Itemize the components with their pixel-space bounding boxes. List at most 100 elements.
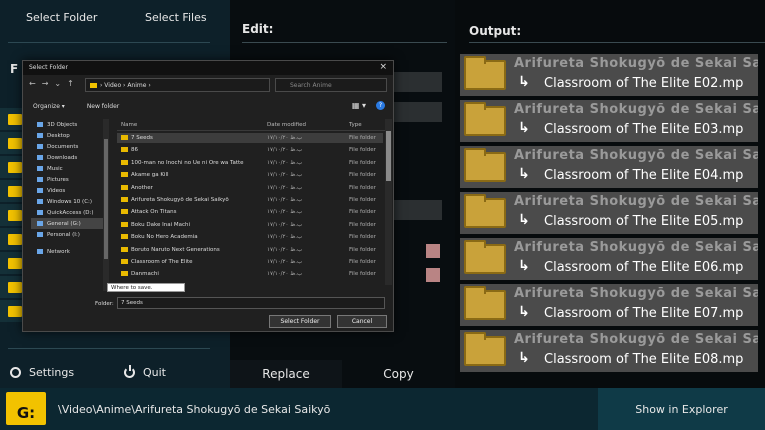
- file-row[interactable]: Arifureta Shokugyō de Sekai Saikyō ۱۷/۱۰/…: [117, 195, 383, 205]
- rename-arrow-icon: ↳: [518, 304, 530, 320]
- settings-button[interactable]: Settings: [10, 366, 74, 379]
- file-date: ۱۷/۱۰/۲۰ ب.ظ: [267, 221, 303, 228]
- folder-icon: [121, 147, 128, 153]
- file-row[interactable]: Another ۱۷/۱۰/۲۰ ب.ظ File folder: [117, 183, 383, 193]
- scrollbar-thumb[interactable]: [386, 131, 391, 181]
- file-row[interactable]: Boruto Naruto Next Generations ۱۷/۱۰/۲۰ ب…: [117, 245, 383, 255]
- folder-icon: [121, 259, 128, 264]
- chevron-down-icon[interactable]: ⌄: [54, 79, 61, 88]
- help-icon[interactable]: ?: [376, 101, 385, 110]
- select-files-button[interactable]: Select Files: [145, 11, 207, 24]
- output-row[interactable]: Arifureta Shokugyō de Sekai Sai ↳ Classroo…: [460, 146, 758, 188]
- back-arrow-icon[interactable]: ←: [29, 79, 36, 88]
- forward-arrow-icon[interactable]: →: [42, 79, 49, 88]
- tree-item[interactable]: Downloads: [31, 152, 109, 163]
- color-swatch[interactable]: [426, 268, 440, 282]
- tree-item[interactable]: 3D Objects: [31, 119, 109, 130]
- column-name[interactable]: Name: [121, 122, 137, 128]
- folder-icon: [121, 234, 128, 240]
- folder-icon: [464, 102, 506, 136]
- dialog-titlebar[interactable]: Select Folder ×: [23, 61, 393, 75]
- folder-icon: [121, 246, 128, 252]
- tree-item-label: Music: [47, 165, 63, 172]
- tree-item[interactable]: Desktop: [31, 130, 109, 141]
- column-type[interactable]: Type: [349, 122, 362, 128]
- new-folder-button[interactable]: New folder: [87, 103, 119, 110]
- file-type: File folder: [349, 221, 376, 228]
- file-type: File folder: [349, 234, 376, 241]
- folder-icon: [464, 194, 506, 228]
- file-row[interactable]: Classroom of The Elite ۱۷/۱۰/۲۰ ب.ظ File f…: [117, 257, 383, 267]
- file-type: File folder: [349, 246, 376, 253]
- file-row[interactable]: Attack On Titans ۱۷/۱۰/۲۰ ب.ظ File folder: [117, 207, 383, 217]
- tree-scrollbar[interactable]: [103, 119, 109, 291]
- file-row[interactable]: 86 ۱۷/۱۰/۲۰ ب.ظ File folder: [117, 145, 383, 155]
- search-input[interactable]: Search Anime: [275, 78, 387, 92]
- output-row[interactable]: Arifureta Shokugyō de Sekai Sai ↳ Classroo…: [460, 54, 758, 96]
- folder-icon: [464, 240, 506, 274]
- show-in-explorer-button[interactable]: Show in Explorer: [598, 388, 765, 430]
- file-date: ۱۷/۱۰/۲۰ ب.ظ: [267, 184, 303, 191]
- dialog-toolbar: Organize ▾ New folder: [33, 103, 119, 110]
- folder-icon: [8, 258, 22, 269]
- tree-item[interactable]: Personal (I:): [31, 229, 109, 240]
- file-row[interactable]: 7 Seeds ۱۷/۱۰/۲۰ ب.ظ File folder: [117, 133, 383, 144]
- tree-item[interactable]: Network: [31, 246, 109, 257]
- tree-item-label: Downloads: [47, 154, 78, 161]
- location-icon: [37, 155, 43, 160]
- tree-item-label: QuickAccess (D:): [47, 209, 94, 216]
- address-path: › Video › Anime ›: [100, 81, 151, 89]
- output-row[interactable]: Arifureta Shokugyō de Sekai Sai ↳ Classroo…: [460, 100, 758, 142]
- output-row[interactable]: Arifureta Shokugyō de Sekai Sai ↳ Classroo…: [460, 284, 758, 326]
- tree-item[interactable]: Music: [31, 163, 109, 174]
- select-folder-confirm-button[interactable]: Select Folder: [269, 315, 331, 328]
- source-name: Arifureta Shokugyō de Sekai Sai: [514, 332, 758, 347]
- divider: [8, 42, 210, 43]
- edit-field[interactable]: [390, 200, 442, 220]
- gear-icon: [10, 367, 21, 378]
- location-icon: [37, 232, 43, 237]
- edit-field[interactable]: [390, 102, 442, 122]
- location-icon: [37, 166, 43, 171]
- scrollbar-thumb[interactable]: [104, 139, 108, 259]
- view-options-icon[interactable]: ▦ ▾: [352, 101, 366, 110]
- file-row[interactable]: 100-man no Inochi no Ue ni Ore wa Tatte ۱…: [117, 158, 383, 168]
- tree-item[interactable]: Pictures: [31, 174, 109, 185]
- color-swatch[interactable]: [426, 244, 440, 258]
- quit-button[interactable]: Quit: [124, 365, 166, 379]
- location-icon: [37, 199, 43, 204]
- folder-icon: [464, 286, 506, 320]
- edit-field[interactable]: [390, 72, 442, 92]
- select-folder-button[interactable]: Select Folder: [26, 11, 97, 24]
- up-arrow-icon[interactable]: ↑: [67, 79, 74, 88]
- folder-input[interactable]: 7 Seeds: [117, 297, 385, 309]
- copy-button[interactable]: Copy: [342, 360, 455, 388]
- tree-item[interactable]: QuickAccess (D:): [31, 207, 109, 218]
- file-row[interactable]: Boku No Hero Academia ۱۷/۱۰/۲۰ ب.ظ File fo…: [117, 232, 383, 242]
- tree-item[interactable]: Documents: [31, 141, 109, 152]
- column-date[interactable]: Date modified: [267, 122, 306, 128]
- close-icon[interactable]: ×: [379, 62, 387, 72]
- file-list-scrollbar[interactable]: [385, 119, 392, 285]
- folder-icon: [121, 271, 128, 277]
- file-row[interactable]: Danmachi ۱۷/۱۰/۲۰ ب.ظ File folder: [117, 269, 383, 279]
- tree-item[interactable]: General (G:): [31, 218, 109, 229]
- dialog-title: Select Folder: [29, 64, 68, 71]
- file-name: Classroom of The Elite: [131, 259, 193, 265]
- file-row[interactable]: Boku Dake Inai Machi ۱۷/۱۰/۲۰ ب.ظ File fol…: [117, 220, 383, 230]
- tree-item[interactable]: Videos: [31, 185, 109, 196]
- replace-button[interactable]: Replace: [230, 360, 342, 388]
- output-row[interactable]: Arifureta Shokugyō de Sekai Sai ↳ Classroo…: [460, 192, 758, 234]
- address-bar[interactable]: › Video › Anime ›: [85, 78, 270, 92]
- folder-icon: [121, 197, 128, 202]
- cancel-button[interactable]: Cancel: [337, 315, 387, 328]
- organize-button[interactable]: Organize ▾: [33, 103, 65, 110]
- source-name: Arifureta Shokugyō de Sekai Sai: [514, 286, 758, 301]
- target-name: Classroom of The Elite E04.mp: [544, 168, 744, 183]
- output-row[interactable]: Arifureta Shokugyō de Sekai Sai ↳ Classroo…: [460, 330, 758, 372]
- output-row[interactable]: Arifureta Shokugyō de Sekai Sai ↳ Classroo…: [460, 238, 758, 280]
- file-type: File folder: [349, 159, 376, 166]
- file-row[interactable]: Akame ga Kill ۱۷/۱۰/۲۰ ب.ظ File folder: [117, 170, 383, 180]
- folder-icon: [8, 114, 22, 125]
- tree-item[interactable]: Windows 10 (C:): [31, 196, 109, 207]
